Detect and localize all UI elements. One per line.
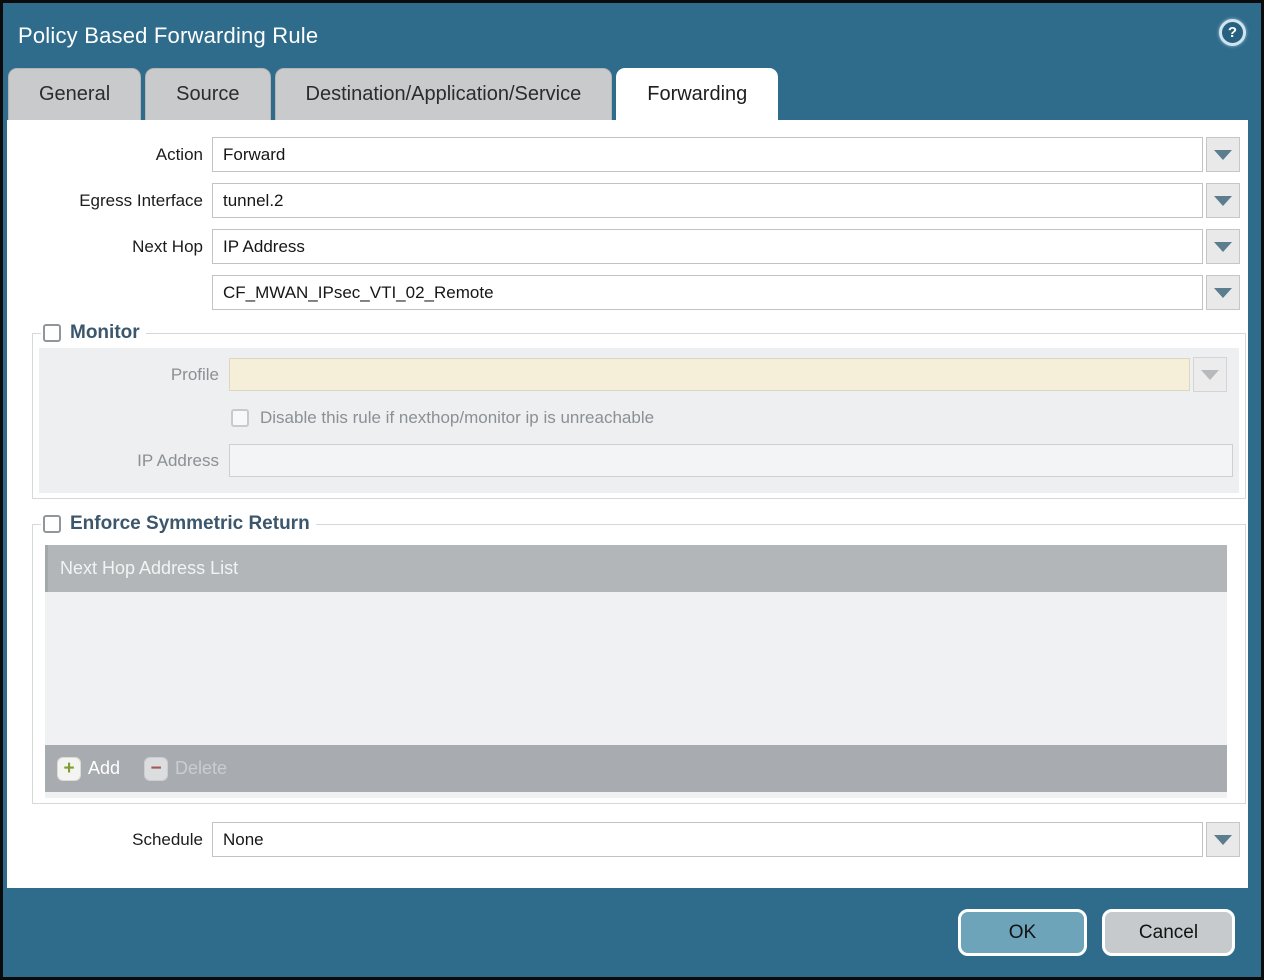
tab-forwarding[interactable]: Forwarding xyxy=(616,68,778,120)
delete-button: − Delete xyxy=(144,757,227,781)
next-hop-combo: IP Address xyxy=(212,229,1240,264)
monitor-panel: Profile Disable this rule if nexthop/mon… xyxy=(39,348,1239,493)
tab-forwarding-label: Forwarding xyxy=(647,83,747,106)
disable-rule-checkbox xyxy=(231,409,249,427)
delete-button-label: Delete xyxy=(175,758,227,779)
next-hop-dropdown-button[interactable] xyxy=(1206,229,1240,264)
next-hop-address-select[interactable]: CF_MWAN_IPsec_VTI_02_Remote xyxy=(212,275,1203,310)
cancel-button[interactable]: Cancel xyxy=(1102,909,1235,956)
profile-dropdown-button xyxy=(1193,357,1227,392)
add-button-label: Add xyxy=(88,758,120,779)
egress-interface-combo: tunnel.2 xyxy=(212,183,1240,218)
next-hop-address-list-header: Next Hop Address List xyxy=(45,545,1227,592)
help-icon-glyph: ? xyxy=(1228,24,1237,41)
disable-rule-checkbox-label: Disable this rule if nexthop/monitor ip … xyxy=(260,408,654,428)
next-hop-address-combo: CF_MWAN_IPsec_VTI_02_Remote xyxy=(212,275,1240,310)
action-combo: Forward xyxy=(212,137,1240,172)
next-hop-address-list-toolbar: + Add − Delete xyxy=(45,745,1227,792)
monitor-legend-label: Monitor xyxy=(70,322,140,344)
enforce-symmetric-return-legend: Enforce Symmetric Return xyxy=(41,513,316,535)
pbf-rule-dialog: Policy Based Forwarding Rule ? General S… xyxy=(0,0,1264,980)
next-hop-address-list-body[interactable] xyxy=(45,592,1227,745)
profile-field xyxy=(229,358,1190,391)
forwarding-tab-panel: Action Forward Egress Interface tunnel.2… xyxy=(7,120,1248,888)
next-hop-address-row: CF_MWAN_IPsec_VTI_02_Remote xyxy=(7,275,1240,310)
monitor-ip-address-row: IP Address xyxy=(39,444,1233,477)
schedule-combo: None xyxy=(212,822,1240,857)
minus-icon: − xyxy=(144,757,168,781)
next-hop-address-list-header-label: Next Hop Address List xyxy=(60,558,238,579)
monitor-ip-address-field xyxy=(229,444,1233,477)
action-label: Action xyxy=(7,145,212,165)
action-dropdown-button[interactable] xyxy=(1206,137,1240,172)
egress-interface-dropdown-button[interactable] xyxy=(1206,183,1240,218)
tab-source-label: Source xyxy=(176,83,239,106)
profile-row: Profile xyxy=(39,357,1233,392)
egress-interface-label: Egress Interface xyxy=(7,191,212,211)
chevron-down-icon xyxy=(1214,150,1232,160)
schedule-select[interactable]: None xyxy=(212,822,1203,857)
chevron-down-icon xyxy=(1214,196,1232,206)
help-icon[interactable]: ? xyxy=(1219,19,1246,46)
action-select[interactable]: Forward xyxy=(212,137,1203,172)
dialog-footer: OK Cancel xyxy=(3,888,1261,977)
egress-interface-select[interactable]: tunnel.2 xyxy=(212,183,1203,218)
tab-general[interactable]: General xyxy=(8,68,141,120)
monitor-checkbox[interactable] xyxy=(43,324,61,342)
next-hop-address-table: Next Hop Address List + Add − Delete xyxy=(45,545,1227,798)
next-hop-address-dropdown-button[interactable] xyxy=(1206,275,1240,310)
disable-rule-row: Disable this rule if nexthop/monitor ip … xyxy=(231,408,1233,428)
enforce-symmetric-return-legend-label: Enforce Symmetric Return xyxy=(70,513,310,535)
tab-destination-label: Destination/Application/Service xyxy=(306,83,582,106)
next-hop-label: Next Hop xyxy=(7,237,212,257)
add-button[interactable]: + Add xyxy=(57,757,120,781)
table-bottom-strip xyxy=(45,792,1227,798)
schedule-dropdown-button[interactable] xyxy=(1206,822,1240,857)
dialog-titlebar: Policy Based Forwarding Rule ? xyxy=(3,3,1261,67)
tab-destination-application-service[interactable]: Destination/Application/Service xyxy=(275,68,613,120)
profile-label: Profile xyxy=(39,365,229,385)
ok-button[interactable]: OK xyxy=(958,909,1087,956)
monitor-group: Monitor Profile Disable this rule if nex… xyxy=(32,322,1246,499)
enforce-symmetric-return-group: Enforce Symmetric Return Next Hop Addres… xyxy=(32,513,1246,804)
tab-general-label: General xyxy=(39,83,110,106)
next-hop-select[interactable]: IP Address xyxy=(212,229,1203,264)
monitor-legend: Monitor xyxy=(41,322,146,344)
dialog-title: Policy Based Forwarding Rule xyxy=(18,23,1261,49)
chevron-down-icon xyxy=(1214,288,1232,298)
monitor-ip-address-label: IP Address xyxy=(39,451,229,471)
schedule-label: Schedule xyxy=(7,830,212,850)
action-row: Action Forward xyxy=(7,137,1240,172)
schedule-row: Schedule None xyxy=(7,822,1240,857)
tab-bar: General Source Destination/Application/S… xyxy=(8,67,1261,120)
plus-icon: + xyxy=(57,757,81,781)
egress-interface-row: Egress Interface tunnel.2 xyxy=(7,183,1240,218)
chevron-down-icon xyxy=(1201,370,1219,380)
chevron-down-icon xyxy=(1214,835,1232,845)
next-hop-row: Next Hop IP Address xyxy=(7,229,1240,264)
tab-source[interactable]: Source xyxy=(145,68,270,120)
chevron-down-icon xyxy=(1214,242,1232,252)
enforce-symmetric-return-checkbox[interactable] xyxy=(43,515,61,533)
